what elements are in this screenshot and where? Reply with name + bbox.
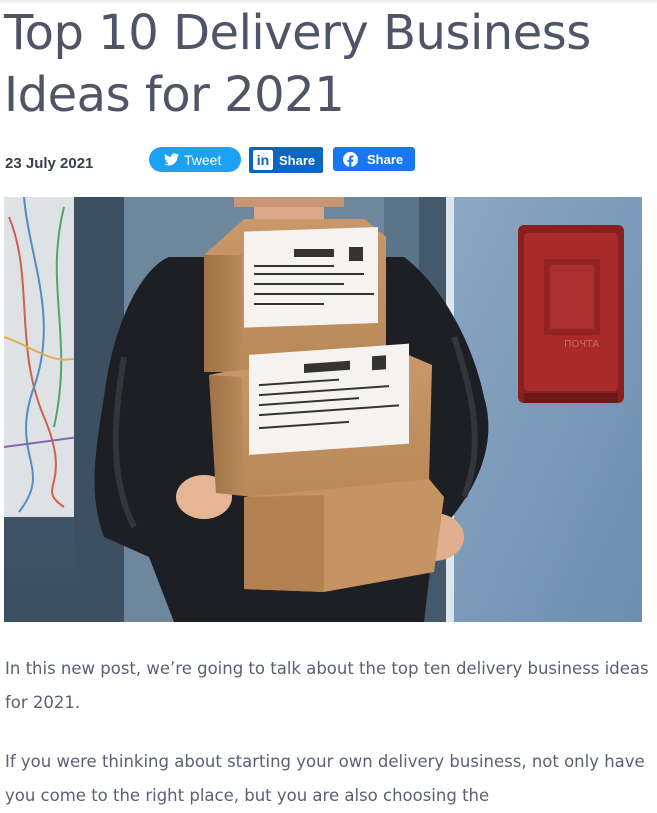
tweet-button[interactable]: Tweet — [149, 147, 241, 172]
intro-paragraph: In this new post, we’re going to talk ab… — [5, 659, 649, 712]
article-meta: 23 July 2021 Tweet in Share Share — [5, 146, 655, 176]
facebook-share-label: Share — [367, 151, 404, 167]
facebook-share-button[interactable]: Share — [333, 147, 415, 171]
linkedin-icon: in — [253, 150, 273, 170]
twitter-bird-icon — [164, 153, 179, 166]
linkedin-share-label: Share — [279, 152, 316, 168]
tweet-label: Tweet — [184, 151, 222, 168]
article-title: Top 10 Delivery Business Ideas for 2021 — [4, 5, 591, 123]
publish-date: 23 July 2021 — [5, 155, 94, 172]
svg-text:ПОЧТА: ПОЧТА — [564, 339, 599, 350]
linkedin-share-button[interactable]: in Share — [249, 147, 323, 173]
delivery-person-carrying-boxes-photo: ПОЧТА — [4, 197, 642, 622]
facebook-icon — [343, 151, 358, 167]
body-paragraph: If you were thinking about starting your… — [5, 752, 645, 805]
hero-image: ПОЧТА — [4, 197, 642, 622]
